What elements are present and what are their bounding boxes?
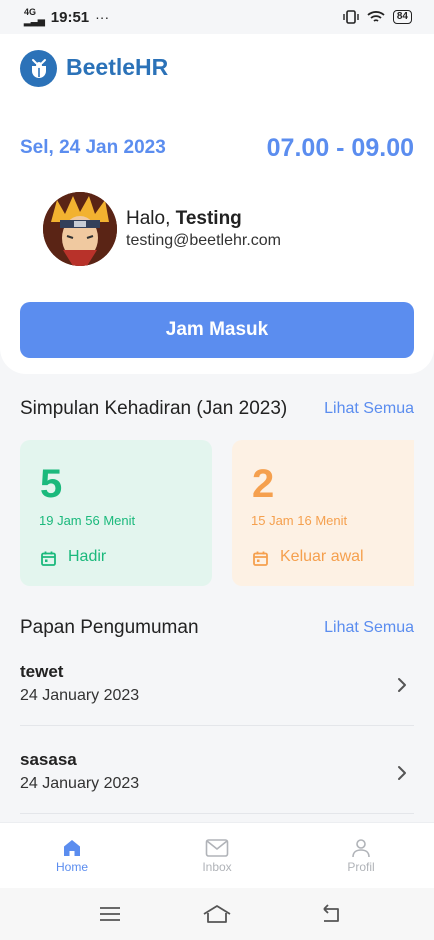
attendance-see-all-link[interactable]: Lihat Semua <box>324 400 414 418</box>
early-leave-label: Keluar awal <box>280 548 364 565</box>
bottom-nav: Home Inbox Profil <box>0 822 434 888</box>
menu-icon[interactable] <box>98 902 122 926</box>
announcements-see-all-link[interactable]: Lihat Semua <box>324 619 414 637</box>
nav-inbox-label: Inbox <box>202 860 232 874</box>
user-email: testing@beetlehr.com <box>126 232 281 249</box>
wifi-icon <box>367 11 385 22</box>
status-bar: 4G ▂▃▅ 19:51 ··· 84 <box>0 0 434 34</box>
announcement-title: sasasa <box>20 750 77 769</box>
greeting-prefix: Halo, <box>126 208 176 229</box>
early-leave-count: 2 <box>252 462 275 506</box>
announcement-date: 24 January 2023 <box>20 687 140 704</box>
attendance-card-early-leave[interactable]: 2 15 Jam 16 Menit Keluar awal <box>232 440 414 586</box>
avatar[interactable] <box>43 192 117 266</box>
divider <box>20 725 414 726</box>
status-bar-left: 4G ▂▃▅ 19:51 ··· <box>24 8 109 26</box>
attendance-label: Hadir <box>68 548 107 565</box>
home-icon <box>64 840 80 856</box>
early-leave-duration: 15 Jam 16 Menit <box>251 513 348 528</box>
status-bar-right: 84 <box>343 10 412 24</box>
chevron-right-icon <box>398 766 406 780</box>
home-button-icon[interactable] <box>202 902 232 926</box>
calendar-icon <box>253 551 268 566</box>
greeting-text: Halo, Testing <box>126 208 242 230</box>
nav-profil[interactable]: Profil <box>301 823 421 889</box>
nav-home-label: Home <box>55 860 88 874</box>
nav-inbox[interactable]: Inbox <box>157 823 277 889</box>
signal-icon: 4G ▂▃▅ <box>24 7 45 26</box>
shift-date: Sel, 24 Jan 2023 <box>20 137 166 158</box>
divider <box>20 813 414 814</box>
calendar-icon <box>41 551 56 566</box>
announcement-date: 24 January 2023 <box>20 775 140 792</box>
announcement-title: tewet <box>20 662 64 681</box>
clock-in-button[interactable]: Jam Masuk <box>20 302 414 358</box>
announcements-section-title: Papan Pengumuman <box>20 617 199 638</box>
brand-name: BeetleHR <box>66 54 169 80</box>
chevron-right-icon <box>398 678 406 692</box>
attendance-count: 5 <box>40 462 63 506</box>
mail-icon <box>205 839 229 857</box>
user-icon <box>352 839 370 858</box>
avatar-image <box>43 192 117 266</box>
beetle-logo-icon <box>20 50 57 87</box>
network-type: 4G <box>24 7 37 17</box>
battery-icon: 84 <box>392 10 412 24</box>
user-name: Testing <box>175 208 242 229</box>
status-time: 19:51 <box>50 8 90 26</box>
system-nav-bar <box>0 888 434 940</box>
announcement-item[interactable]: tewet 24 January 2023 <box>20 662 414 748</box>
vibrate-icon <box>343 10 359 24</box>
nav-home[interactable]: Home <box>12 823 132 889</box>
notification-dots: ··· <box>95 9 110 25</box>
shift-hours: 07.00 - 09.00 <box>266 134 414 162</box>
back-icon[interactable] <box>318 902 344 926</box>
nav-profil-label: Profil <box>347 860 375 874</box>
attendance-section-title: Simpulan Kehadiran (Jan 2023) <box>20 398 288 419</box>
attendance-card-hadir[interactable]: 5 19 Jam 56 Menit Hadir <box>20 440 212 586</box>
attendance-duration: 19 Jam 56 Menit <box>39 513 136 528</box>
